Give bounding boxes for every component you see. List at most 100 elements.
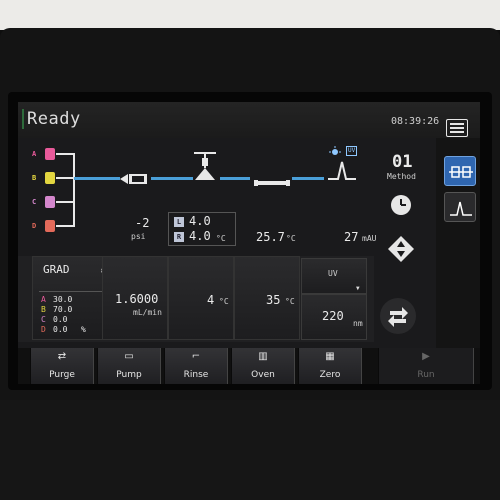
solvent-bottle-icon	[45, 220, 55, 232]
status-text: Ready	[22, 109, 81, 129]
sampler-temp-setting: 4	[207, 293, 215, 307]
gradient-row-label: A	[41, 295, 46, 304]
gradient-row-value: 0.0	[53, 315, 68, 324]
solvent-bottle-icon	[45, 172, 55, 184]
gradient-row-value: 30.0	[53, 295, 73, 304]
solvent-label: D	[32, 222, 37, 230]
right-sidebar	[436, 138, 480, 348]
zero-label: Zero	[319, 370, 341, 380]
gradient-row-label: C	[41, 315, 46, 324]
flow-line	[74, 177, 120, 180]
schedule-button[interactable]	[390, 194, 412, 216]
sampler-temp-unit: °C	[216, 234, 226, 243]
right-tray-temp: 4.0	[189, 229, 211, 243]
pump-icon: ▭	[124, 351, 134, 362]
purge-label: Purge	[49, 370, 75, 380]
autosampler-icon	[190, 150, 220, 184]
chromatogram-icon	[450, 201, 472, 216]
method-number: 01	[392, 152, 413, 172]
gradient-row-label: B	[41, 305, 46, 314]
manifold-line	[73, 153, 75, 227]
flow-line	[220, 177, 250, 180]
flow-rate-unit: mL/min	[133, 308, 162, 317]
purge-button[interactable]: ⇄ Purge	[30, 348, 94, 384]
sampler-temp-box: L 4.0 R 4.0 °C	[168, 212, 236, 246]
detector-signal-value: 27	[344, 230, 359, 244]
rinse-label: Rinse	[183, 370, 209, 380]
flow-line	[292, 177, 324, 180]
gradient-row: A 30.0	[41, 295, 111, 305]
flow-diagram[interactable]: A B C D UV 01 Method -2 psi L 4.0 R 4.0 …	[18, 138, 436, 250]
left-tray-temp: 4.0	[189, 214, 211, 228]
device-lower-bezel	[0, 400, 500, 500]
run-icon: ▶	[422, 351, 430, 362]
gradient-mode: GRAD	[43, 263, 70, 276]
pump-button[interactable]: ▭ Pump	[97, 348, 161, 384]
swap-panel-button[interactable]	[380, 298, 416, 334]
flowpath-view-button[interactable]	[444, 156, 476, 186]
chromatogram-view-button[interactable]	[444, 192, 476, 222]
flow-rate-value: 1.6000	[115, 292, 159, 306]
clock: 08:39:26	[391, 116, 440, 127]
oven-icon: ▥	[258, 351, 268, 362]
background-wall	[0, 0, 500, 30]
sampler-temp-setting-unit: °C	[219, 297, 229, 306]
run-button[interactable]: ▶ Run	[378, 348, 474, 384]
pressure-value: -2	[135, 216, 150, 230]
oven-temp-cell[interactable]: 35 °C	[234, 256, 300, 340]
solvent-line	[56, 153, 74, 155]
rinse-icon: ⌐	[191, 351, 201, 362]
zero-icon: ▦	[325, 351, 335, 362]
purge-icon: ⇄	[57, 351, 67, 362]
pressure-unit: psi	[131, 232, 146, 241]
oven-button[interactable]: ▥ Oven	[231, 348, 295, 384]
gradient-row-label: D	[41, 325, 46, 334]
left-tray-badge: L	[174, 217, 184, 227]
wavelength-value: 220	[322, 309, 344, 323]
gradient-row-value: 0.0	[53, 325, 68, 334]
solvent-label: A	[32, 150, 37, 158]
detector-signal-unit: mAU	[362, 234, 377, 243]
clock-icon	[391, 195, 411, 215]
column-temp-unit: °C	[286, 234, 296, 243]
wavelength-unit: nm	[353, 319, 363, 328]
solvent-label: C	[32, 198, 37, 206]
status-bar: Ready 08:39:26	[18, 102, 480, 138]
diamond-direction-icon	[388, 236, 414, 262]
list-menu-icon[interactable]	[446, 119, 468, 137]
oven-temp-setting: 35	[266, 293, 281, 307]
detector-mode-cell[interactable]: UV ▼	[301, 258, 367, 294]
column-icon	[254, 173, 290, 186]
gradient-row: C 0.0	[41, 315, 111, 325]
uv-lamp-badge: UV	[346, 146, 358, 156]
solvent-bottle-icon	[45, 196, 55, 208]
solvent-line	[56, 201, 74, 203]
flow-line	[151, 177, 193, 180]
method-label: Method	[387, 172, 416, 181]
dropdown-arrow-icon: ▼	[356, 285, 360, 292]
column-temp-value: 25.7	[256, 230, 285, 244]
wavelength-cell[interactable]: 220 nm	[301, 294, 367, 340]
detector-icon: UV	[324, 146, 360, 186]
bottom-toolbar: ⇄ Purge ▭ Pump ⌐ Rinse ▥ Oven ▦ Zero ▶ R…	[18, 348, 480, 384]
sampler-temp-cell[interactable]: 4 °C	[168, 256, 234, 340]
flowpath-view-icon	[449, 166, 473, 178]
gradient-row: D 0.0 %	[41, 325, 111, 335]
rinse-button[interactable]: ⌐ Rinse	[164, 348, 228, 384]
pump-icon	[120, 171, 150, 185]
oven-label: Oven	[251, 370, 275, 380]
zero-button[interactable]: ▦ Zero	[298, 348, 362, 384]
run-label: Run	[417, 370, 435, 380]
solvent-bottle-icon	[45, 148, 55, 160]
solvent-label: B	[32, 174, 37, 182]
gradient-row: B 70.0	[41, 305, 111, 315]
detector-mode: UV	[328, 269, 338, 278]
solvent-line	[56, 177, 74, 179]
touch-screen: Ready 08:39:26 A B C D UV 01 Method -2 p…	[18, 102, 480, 384]
right-tray-badge: R	[174, 232, 184, 242]
flow-rate-cell[interactable]: 1.6000 mL/min	[102, 256, 168, 340]
gradient-row-value: 70.0	[53, 305, 73, 314]
swap-arrows-icon	[388, 307, 408, 327]
manual-control-button[interactable]	[387, 235, 415, 263]
solvent-line	[56, 225, 74, 227]
